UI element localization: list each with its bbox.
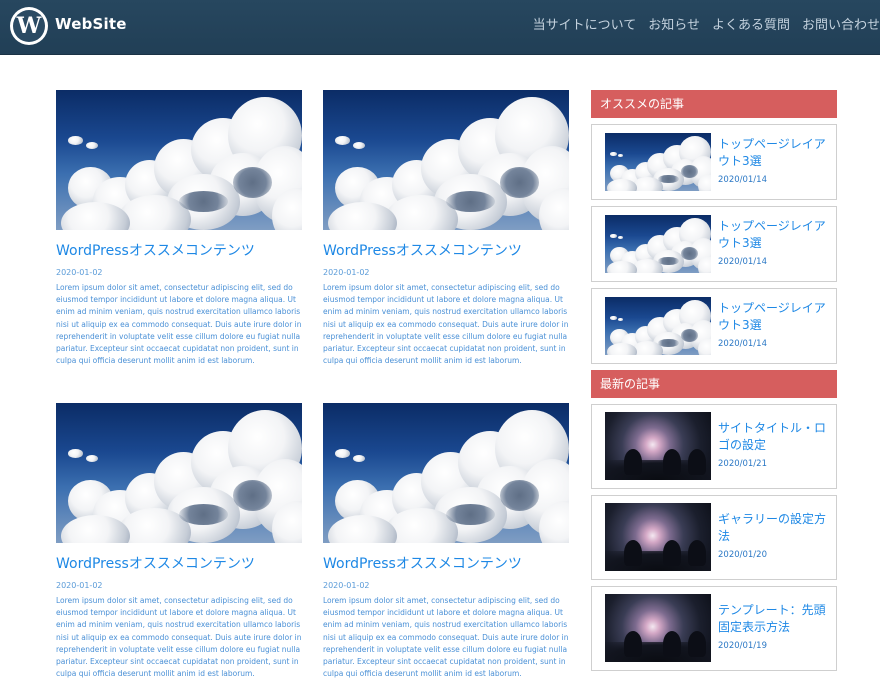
recommended-item[interactable]: トップページレイアウト3選 2020/01/14 <box>591 288 837 364</box>
tree-shape <box>687 630 706 657</box>
nav-item-faq[interactable]: よくある質問 <box>712 17 790 37</box>
cloud-shape <box>681 164 699 178</box>
cloud-shape <box>335 449 351 458</box>
latest-heading: 最新の記事 <box>591 370 837 398</box>
post-excerpt: Lorem ipsum dolor sit amet, consectetur … <box>323 596 569 679</box>
cloud-shape <box>233 167 273 198</box>
latest-thumbnail[interactable] <box>605 412 711 480</box>
recommended-title[interactable]: トップページレイアウト3選 <box>718 300 826 334</box>
post-excerpt: Lorem ipsum dolor sit amet, consectetur … <box>323 283 569 366</box>
post-title[interactable]: WordPressオススメコンテンツ <box>56 241 302 261</box>
post-date: 2020-01-02 <box>56 581 103 590</box>
tree-shape <box>663 448 682 475</box>
tree-shape <box>687 539 706 566</box>
post-title[interactable]: WordPressオススメコンテンツ <box>323 554 569 574</box>
post-title[interactable]: WordPressオススメコンテンツ <box>323 241 569 261</box>
cloud-shape <box>352 454 365 462</box>
post-excerpt: Lorem ipsum dolor sit amet, consectetur … <box>56 283 302 366</box>
recommended-date: 2020/01/14 <box>718 339 767 349</box>
latest-item[interactable]: ギャラリーの設定方法 2020/01/20 <box>591 495 837 580</box>
recommended-date: 2020/01/14 <box>718 175 767 185</box>
cloud-shape <box>500 480 540 511</box>
post-thumbnail[interactable] <box>56 403 302 543</box>
cloud-shape <box>500 167 540 198</box>
cloud-shape <box>352 141 365 149</box>
latest-thumbnail[interactable] <box>605 503 711 571</box>
latest-item[interactable]: サイトタイトル・ロゴの設定 2020/01/21 <box>591 404 837 489</box>
recommended-thumbnail[interactable] <box>605 297 711 355</box>
cloud-shape <box>607 179 637 191</box>
wordpress-logo-icon[interactable]: W <box>10 7 48 45</box>
cloud-shape <box>681 246 699 260</box>
recommended-thumbnail[interactable] <box>605 133 711 191</box>
post-title[interactable]: WordPressオススメコンテンツ <box>56 554 302 574</box>
post-card: WordPressオススメコンテンツ 2020-01-02 Lorem ipsu… <box>323 90 569 367</box>
tree-shape <box>624 448 643 475</box>
cloud-shape <box>68 136 84 145</box>
cloud-shape <box>446 503 496 525</box>
cloud-shape <box>681 328 699 342</box>
cloud-shape <box>179 190 229 212</box>
latest-title[interactable]: サイトタイトル・ロゴの設定 <box>718 420 826 454</box>
recommended-thumbnail[interactable] <box>605 215 711 273</box>
cloud-shape <box>617 318 624 322</box>
recommended-title[interactable]: トップページレイアウト3選 <box>718 218 826 252</box>
latest-date: 2020/01/20 <box>718 550 767 560</box>
cloud-shape <box>179 503 229 525</box>
latest-title[interactable]: テンプレート：先頭固定表示方法 <box>718 602 826 636</box>
recommended-item[interactable]: トップページレイアウト3選 2020/01/14 <box>591 206 837 282</box>
cloud-shape <box>68 449 84 458</box>
main-nav: 当サイトについて お知らせ よくある質問 お問い合わせ <box>533 17 880 37</box>
recommended-date: 2020/01/14 <box>718 257 767 267</box>
latest-thumbnail[interactable] <box>605 594 711 662</box>
tree-shape <box>624 539 643 566</box>
cloud-shape <box>610 316 617 320</box>
cloud-shape <box>85 454 98 462</box>
post-date: 2020-01-02 <box>323 581 370 590</box>
cloud-shape <box>617 236 624 240</box>
nav-item-contact[interactable]: お問い合わせ <box>802 17 880 37</box>
post-card: WordPressオススメコンテンツ 2020-01-02 Lorem ipsu… <box>323 403 569 680</box>
cloud-shape <box>610 234 617 238</box>
tree-shape <box>687 448 706 475</box>
nav-item-news[interactable]: お知らせ <box>648 17 700 37</box>
post-thumbnail[interactable] <box>323 90 569 230</box>
post-excerpt: Lorem ipsum dolor sit amet, consectetur … <box>56 596 302 679</box>
nav-item-about[interactable]: 当サイトについて <box>533 17 637 37</box>
recommended-item[interactable]: トップページレイアウト3選 2020/01/14 <box>591 124 837 200</box>
post-thumbnail[interactable] <box>56 90 302 230</box>
cloud-shape <box>610 152 617 156</box>
tree-shape <box>663 630 682 657</box>
cloud-shape <box>607 343 637 355</box>
cloud-shape <box>617 154 624 158</box>
cloud-shape <box>233 480 273 511</box>
post-card: WordPressオススメコンテンツ 2020-01-02 Lorem ipsu… <box>56 90 302 367</box>
recommended-title[interactable]: トップページレイアウト3選 <box>718 136 826 170</box>
cloud-shape <box>335 136 351 145</box>
post-card: WordPressオススメコンテンツ 2020-01-02 Lorem ipsu… <box>56 403 302 680</box>
site-title[interactable]: WebSite <box>55 15 127 33</box>
tree-shape <box>624 630 643 657</box>
post-date: 2020-01-02 <box>323 268 370 277</box>
cloud-shape <box>446 190 496 212</box>
latest-date: 2020/01/21 <box>718 459 767 469</box>
latest-title[interactable]: ギャラリーの設定方法 <box>718 511 826 545</box>
cloud-shape <box>85 141 98 149</box>
recommended-heading: オススメの記事 <box>591 90 837 118</box>
post-thumbnail[interactable] <box>323 403 569 543</box>
post-date: 2020-01-02 <box>56 268 103 277</box>
latest-date: 2020/01/19 <box>718 641 767 651</box>
tree-shape <box>663 539 682 566</box>
sidebar: オススメの記事 トップページレイアウト3選 2020/01/14 トップページレ… <box>591 90 837 671</box>
cloud-shape <box>607 261 637 273</box>
site-header: W WebSite 当サイトについて お知らせ よくある質問 お問い合わせ <box>0 0 880 55</box>
latest-item[interactable]: テンプレート：先頭固定表示方法 2020/01/19 <box>591 586 837 671</box>
